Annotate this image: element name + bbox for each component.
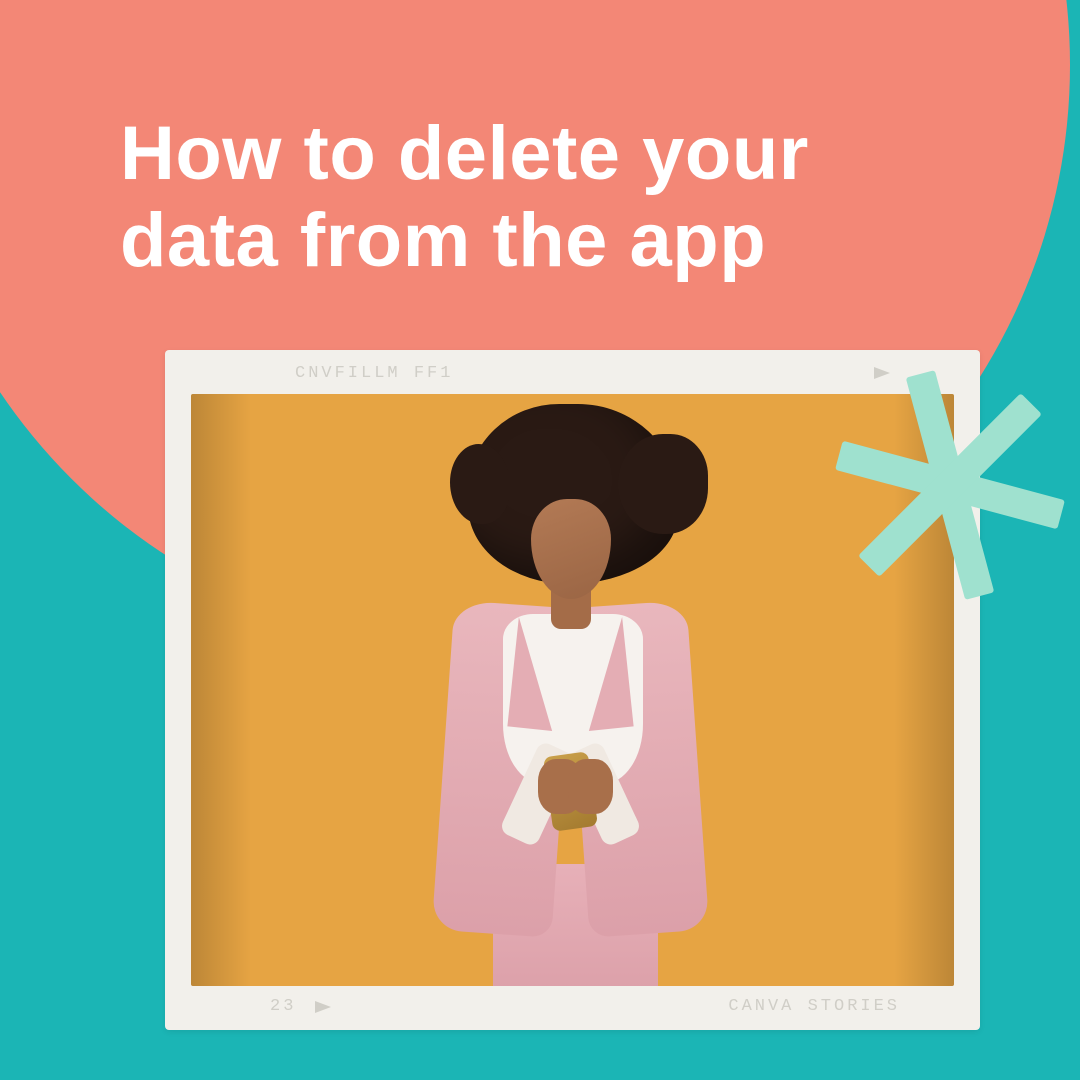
arrow-icon <box>315 1001 331 1013</box>
frame-label-num: 23 <box>270 997 296 1016</box>
asterisk-icon <box>835 370 1065 600</box>
frame-label-top: CNVFILLM FF1 <box>295 364 453 383</box>
frame-label-brand: CANVA STORIES <box>728 997 900 1016</box>
headline: How to delete your data from the app <box>120 110 960 285</box>
person-illustration <box>373 404 773 986</box>
